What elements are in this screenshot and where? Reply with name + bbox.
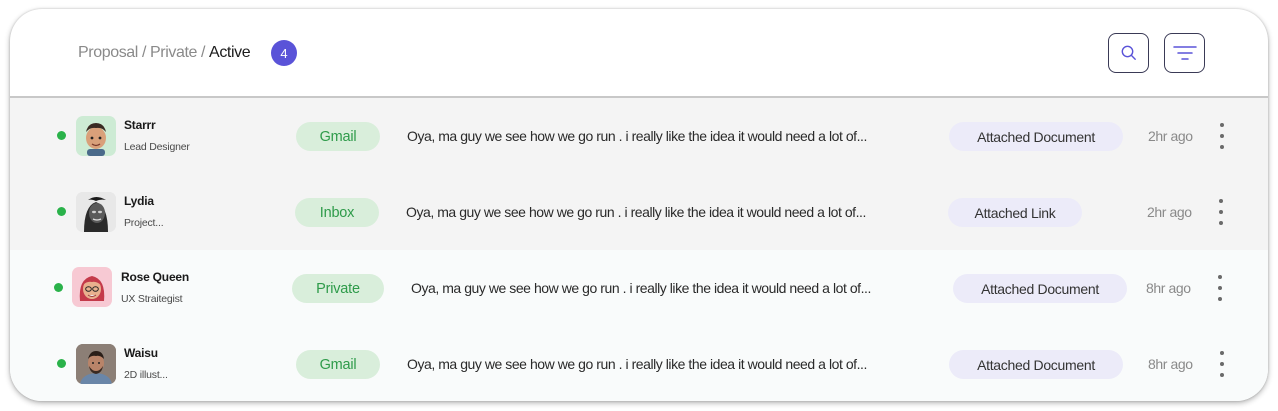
message-row[interactable]: Starrr Lead Designer Gmail Oya, ma guy w… xyxy=(10,98,1268,174)
timestamp: 8hr ago xyxy=(1146,280,1191,296)
user-role: 2D illust... xyxy=(124,369,168,381)
memoji-woman-avatar-icon xyxy=(79,276,105,301)
user-avatar[interactable] xyxy=(76,116,116,156)
breadcrumb-separator: / xyxy=(201,44,206,61)
more-options-icon[interactable] xyxy=(1217,351,1227,377)
online-status-dot xyxy=(57,359,66,368)
online-status-dot xyxy=(57,131,66,140)
message-row[interactable]: Lydia Project... Inbox Oya, ma guy we se… xyxy=(10,174,1268,250)
attachment-badge[interactable]: Attached Document xyxy=(949,350,1123,379)
timestamp: 2hr ago xyxy=(1147,204,1192,220)
more-options-icon[interactable] xyxy=(1216,199,1226,225)
breadcrumb: Proposal / Private / Active xyxy=(78,44,251,62)
message-preview[interactable]: Oya, ma guy we see how we go run . i rea… xyxy=(407,128,867,144)
online-status-dot xyxy=(54,283,63,292)
message-preview[interactable]: Oya, ma guy we see how we go run . i rea… xyxy=(406,204,866,220)
user-name: Lydia xyxy=(124,194,154,208)
channel-badge[interactable]: Gmail xyxy=(296,350,380,379)
more-options-icon[interactable] xyxy=(1217,123,1227,149)
user-role: UX Straitegist xyxy=(121,293,183,305)
search-button[interactable] xyxy=(1108,33,1149,73)
timestamp: 8hr ago xyxy=(1148,356,1193,372)
breadcrumb-separator: / xyxy=(141,44,146,61)
user-name: Starrr xyxy=(124,118,156,132)
user-avatar[interactable] xyxy=(72,267,112,307)
message-row[interactable]: Rose Queen UX Straitegist Private Oya, m… xyxy=(10,250,1268,326)
user-role: Lead Designer xyxy=(124,141,190,153)
filter-icon xyxy=(1172,46,1197,60)
memoji-man-avatar-icon xyxy=(86,123,106,156)
channel-badge[interactable]: Gmail xyxy=(296,122,380,151)
breadcrumb-proposal[interactable]: Proposal xyxy=(78,44,138,61)
timestamp: 2hr ago xyxy=(1148,128,1193,144)
user-role: Project... xyxy=(124,217,164,229)
woman-photo-avatar-icon xyxy=(76,192,116,232)
breadcrumb-private[interactable]: Private xyxy=(150,44,197,61)
online-status-dot xyxy=(57,207,66,216)
user-avatar[interactable] xyxy=(76,192,116,232)
user-avatar[interactable] xyxy=(76,344,116,384)
user-name: Rose Queen xyxy=(121,270,190,284)
attachment-badge[interactable]: Attached Document xyxy=(949,122,1123,151)
header: Proposal / Private / Active 4 xyxy=(10,9,1268,98)
attachment-badge[interactable]: Attached Link xyxy=(948,198,1082,227)
messages-card: Proposal / Private / Active 4 Starrr Lea… xyxy=(10,9,1268,401)
attachment-badge[interactable]: Attached Document xyxy=(953,274,1127,303)
count-badge: 4 xyxy=(271,40,297,66)
message-preview[interactable]: Oya, ma guy we see how we go run . i rea… xyxy=(411,280,871,296)
channel-badge[interactable]: Inbox xyxy=(295,198,379,227)
breadcrumb-active: Active xyxy=(209,44,251,61)
message-preview[interactable]: Oya, ma guy we see how we go run . i rea… xyxy=(407,356,867,372)
channel-badge[interactable]: Private xyxy=(292,274,384,303)
user-name: Waisu xyxy=(124,346,158,360)
man-photo-avatar-icon xyxy=(76,344,116,384)
more-options-icon[interactable] xyxy=(1215,275,1225,301)
search-icon xyxy=(1121,45,1136,60)
message-row[interactable]: Waisu 2D illust... Gmail Oya, ma guy we … xyxy=(10,326,1268,401)
filter-button[interactable] xyxy=(1164,33,1205,73)
